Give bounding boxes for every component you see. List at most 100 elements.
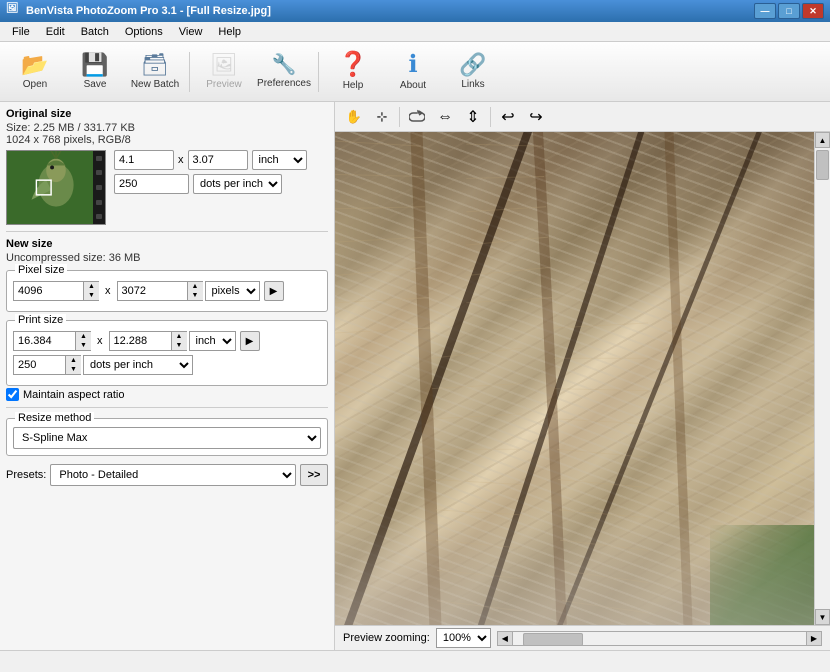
status-bar — [0, 650, 830, 672]
print-arrow-btn[interactable]: ▶ — [240, 331, 260, 351]
open-icon: 📂 — [21, 54, 48, 76]
prefs-icon: 🔧 — [272, 55, 297, 75]
print-dpi-input[interactable] — [13, 355, 65, 375]
print-width-spinner: ▲ ▼ — [13, 331, 91, 351]
thumb-bird-image — [7, 151, 105, 224]
menu-help[interactable]: Help — [210, 24, 249, 40]
redo-button[interactable]: ↪ — [523, 105, 549, 129]
menu-file[interactable]: File — [4, 24, 38, 40]
maintain-aspect-label[interactable]: Maintain aspect ratio — [23, 389, 125, 401]
print-unit-select[interactable]: inch cm — [189, 331, 236, 351]
maintain-aspect-checkbox[interactable] — [6, 388, 19, 401]
original-height-input[interactable] — [188, 150, 248, 170]
presets-select[interactable]: Photo - Detailed Photo - Normal Photo - … — [50, 464, 296, 486]
about-button[interactable]: ℹ About — [384, 46, 442, 98]
preview-image — [335, 132, 830, 625]
zoom-select[interactable]: 25% 50% 75% 100% 150% 200% — [436, 628, 491, 648]
pixel-width-up[interactable]: ▲ — [84, 282, 99, 291]
preview-icon: 🖼 — [210, 54, 238, 76]
divider-1 — [6, 231, 328, 232]
window-controls[interactable]: — □ ✕ — [754, 3, 824, 19]
title-text: BenVista PhotoZoom Pro 3.1 - [Full Resiz… — [26, 5, 754, 17]
print-width-up[interactable]: ▲ — [76, 332, 91, 341]
minimize-button[interactable]: — — [754, 3, 776, 19]
scroll-up-button[interactable]: ▲ — [815, 132, 830, 148]
h-scroll-track[interactable] — [513, 631, 806, 646]
title-bar: 🖼 BenVista PhotoZoom Pro 3.1 - [Full Res… — [0, 0, 830, 22]
flip-h-button[interactable]: ⇔ — [432, 105, 458, 129]
print-width-down[interactable]: ▼ — [76, 341, 91, 350]
select-icon: ⊹ — [377, 109, 388, 125]
flip-v-button[interactable]: ⇕ — [460, 105, 486, 129]
right-panel: ✋ ⊹ ⇔ ⇕ ↩ ↪ — [335, 102, 830, 650]
hand-tool-button[interactable]: ✋ — [341, 105, 367, 129]
help-button[interactable]: ❓ Help — [324, 46, 382, 98]
print-dpi-up[interactable]: ▲ — [66, 356, 81, 365]
film-hole — [96, 156, 102, 161]
vertical-scrollbar[interactable]: ▲ ▼ — [814, 132, 830, 625]
pixel-height-up[interactable]: ▲ — [188, 282, 203, 291]
print-dpi-down[interactable]: ▼ — [66, 365, 81, 374]
pixel-width-input[interactable] — [13, 281, 83, 301]
scroll-track[interactable] — [815, 148, 830, 609]
pixel-height-input[interactable] — [117, 281, 187, 301]
pixel-width-down[interactable]: ▼ — [84, 291, 99, 300]
print-dpi-spinner: ▲ ▼ — [13, 355, 81, 375]
redo-icon: ↪ — [529, 107, 542, 127]
print-size-row: ▲ ▼ x ▲ ▼ inch cm — [13, 331, 321, 351]
about-icon: ℹ — [408, 53, 417, 77]
menu-view[interactable]: View — [171, 24, 211, 40]
print-height-up[interactable]: ▲ — [172, 332, 187, 341]
print-height-down[interactable]: ▼ — [172, 341, 187, 350]
new-size-label: New size — [6, 238, 328, 250]
film-hole — [96, 200, 102, 205]
print-dpi-unit-select[interactable]: dots per inch dots per cm — [83, 355, 193, 375]
h-scroll-right-button[interactable]: ▶ — [806, 631, 822, 646]
original-width-input[interactable] — [114, 150, 174, 170]
save-label: Save — [84, 79, 107, 90]
wisp-overlay — [335, 505, 830, 625]
pixel-size-row: ▲ ▼ x ▲ ▼ pixels inch — [13, 281, 321, 301]
pixel-unit-select[interactable]: pixels inch cm — [205, 281, 260, 301]
links-button[interactable]: 🔗 Links — [444, 46, 502, 98]
horizontal-scrollbar[interactable]: ◀ ▶ — [497, 630, 822, 646]
original-dpi-unit-select[interactable]: dots per inch dots per cm — [193, 174, 282, 194]
preview-label: Preview — [206, 79, 242, 90]
preferences-button[interactable]: 🔧 Preferences — [255, 46, 313, 98]
close-button[interactable]: ✕ — [802, 3, 824, 19]
select-tool-button[interactable]: ⊹ — [369, 105, 395, 129]
pixel-height-down[interactable]: ▼ — [188, 291, 203, 300]
menu-batch[interactable]: Batch — [73, 24, 117, 40]
uncompressed-info: Uncompressed size: 36 MB — [6, 252, 328, 264]
menu-options[interactable]: Options — [117, 24, 171, 40]
presets-button[interactable]: >> — [300, 464, 328, 486]
resize-method-select[interactable]: S-Spline Max S-Spline Lanczos Bicubic Bi… — [13, 427, 321, 449]
undo-icon: ↩ — [501, 107, 514, 127]
dimensions-info: 1024 x 768 pixels, RGB/8 — [6, 134, 328, 146]
print-size-label: Print size — [15, 314, 66, 326]
rotate-cw-icon — [409, 109, 425, 125]
open-button[interactable]: 📂 Open — [6, 46, 64, 98]
maximize-button[interactable]: □ — [778, 3, 800, 19]
save-button[interactable]: 💾 Save — [66, 46, 124, 98]
pixel-arrow-btn[interactable]: ▶ — [264, 281, 284, 301]
print-height-spinner: ▲ ▼ — [109, 331, 187, 351]
print-dpi-spin-btns: ▲ ▼ — [65, 355, 81, 375]
h-scroll-thumb[interactable] — [523, 633, 583, 646]
scroll-down-button[interactable]: ▼ — [815, 609, 830, 625]
print-dpi-row: ▲ ▼ dots per inch dots per cm — [13, 355, 321, 375]
menu-edit[interactable]: Edit — [38, 24, 73, 40]
original-dpi-input[interactable] — [114, 174, 189, 194]
rotate-cw-button[interactable] — [404, 105, 430, 129]
original-unit-select[interactable]: inch cm pixels — [252, 150, 307, 170]
new-batch-button[interactable]: 🗃 New Batch — [126, 46, 184, 98]
print-width-input[interactable] — [13, 331, 75, 351]
undo-button[interactable]: ↩ — [495, 105, 521, 129]
print-height-input[interactable] — [109, 331, 171, 351]
h-scroll-left-button[interactable]: ◀ — [497, 631, 513, 646]
size-info: Size: 2.25 MB / 331.77 KB — [6, 122, 328, 134]
scroll-thumb[interactable] — [816, 150, 829, 180]
film-hole — [96, 214, 102, 219]
preview-button[interactable]: 🖼 Preview — [195, 46, 253, 98]
prev-sep-1 — [399, 107, 400, 127]
